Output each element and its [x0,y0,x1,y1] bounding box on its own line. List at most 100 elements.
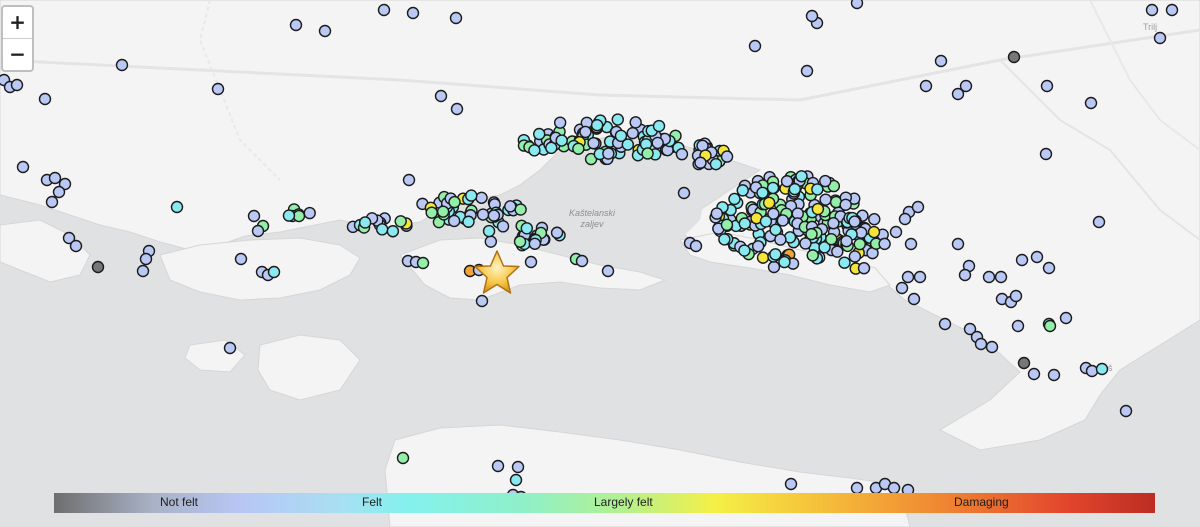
report-marker[interactable] [482,224,496,238]
report-marker[interactable] [889,225,903,239]
report-marker[interactable] [289,18,303,32]
report-marker[interactable] [318,24,332,38]
report-marker[interactable] [838,256,851,269]
report-marker[interactable] [303,206,316,220]
report-marker[interactable] [436,205,450,218]
report-marker[interactable] [1027,367,1041,381]
report-marker[interactable] [476,208,490,221]
report-marker[interactable] [475,191,488,204]
report-marker[interactable] [45,195,59,209]
report-marker[interactable] [709,157,723,171]
report-marker[interactable] [827,217,840,230]
report-marker[interactable] [509,473,523,487]
report-marker[interactable] [247,209,261,223]
report-marker[interactable] [524,255,538,269]
report-marker[interactable] [934,54,948,68]
report-marker[interactable] [1085,364,1099,378]
report-marker[interactable] [811,202,825,216]
report-marker[interactable] [1165,3,1179,17]
report-marker[interactable] [767,260,781,274]
report-marker[interactable] [511,460,525,474]
report-marker[interactable] [484,235,498,248]
report-marker[interactable] [139,252,153,266]
report-marker[interactable] [406,6,420,20]
report-marker[interactable] [641,147,654,160]
report-marker[interactable] [689,239,703,253]
report-marker[interactable] [396,451,410,465]
report-marker[interactable] [1095,362,1109,376]
report-marker[interactable] [1153,31,1167,45]
report-marker[interactable] [587,136,600,150]
report-marker[interactable] [447,214,461,228]
report-marker[interactable] [974,337,988,351]
report-marker[interactable] [825,232,838,246]
report-marker[interactable] [1119,404,1133,418]
report-marker[interactable] [694,156,707,169]
report-marker[interactable] [91,260,105,274]
report-marker[interactable] [819,193,832,206]
report-marker[interactable] [911,200,925,214]
report-marker[interactable] [728,192,741,206]
report-marker[interactable] [514,203,527,216]
report-marker[interactable] [575,254,589,268]
report-marker[interactable] [769,248,782,261]
report-marker[interactable] [496,220,510,233]
report-marker[interactable] [848,215,861,228]
report-marker[interactable] [720,218,734,232]
report-marker[interactable] [831,245,844,258]
report-marker[interactable] [465,189,478,202]
report-marker[interactable] [377,3,391,17]
report-marker[interactable] [358,216,372,229]
report-marker[interactable] [805,9,819,23]
report-marker[interactable] [784,477,798,491]
report-marker[interactable] [572,142,585,155]
report-marker[interactable] [520,222,534,235]
report-marker[interactable] [234,252,248,266]
report-marker[interactable] [895,281,909,295]
report-marker[interactable] [805,227,818,241]
report-marker[interactable] [602,147,615,160]
report-marker[interactable] [1043,319,1057,333]
report-marker[interactable] [1145,3,1159,17]
report-marker[interactable] [867,225,881,239]
report-marker[interactable] [951,237,965,251]
report-marker[interactable] [1059,311,1073,325]
report-marker[interactable] [762,196,776,209]
report-marker[interactable] [555,134,568,147]
report-marker[interactable] [652,119,666,133]
report-marker[interactable] [1092,215,1106,229]
report-marker[interactable] [677,186,691,200]
report-marker[interactable] [788,182,801,196]
report-marker[interactable] [1042,261,1056,275]
report-marker[interactable] [853,237,866,251]
report-marker[interactable] [839,198,852,211]
report-marker[interactable] [982,270,996,284]
report-marker[interactable] [629,116,642,129]
report-marker[interactable] [675,147,689,161]
report-marker[interactable] [402,173,416,187]
report-marker[interactable] [776,214,789,227]
report-marker[interactable] [475,294,489,308]
report-marker[interactable] [450,102,464,116]
report-marker[interactable] [504,200,517,213]
report-marker[interactable] [282,209,296,222]
report-marker[interactable] [887,481,901,495]
report-marker[interactable] [1009,289,1023,303]
report-marker[interactable] [985,340,999,354]
zoom-out-button[interactable]: − [3,38,32,70]
zoom-in-button[interactable]: + [3,7,32,38]
report-marker[interactable] [590,118,604,132]
report-marker[interactable] [738,217,751,230]
report-marker[interactable] [710,207,724,220]
report-marker[interactable] [1047,368,1061,382]
report-marker[interactable] [1030,250,1044,264]
report-marker[interactable] [736,184,749,197]
report-marker[interactable] [52,185,66,199]
report-marker[interactable] [223,341,237,355]
report-marker[interactable] [211,82,225,96]
report-marker[interactable] [251,224,265,238]
report-marker[interactable] [425,206,438,219]
report-marker[interactable] [738,244,751,257]
report-marker[interactable] [718,233,731,246]
report-marker[interactable] [795,170,808,183]
